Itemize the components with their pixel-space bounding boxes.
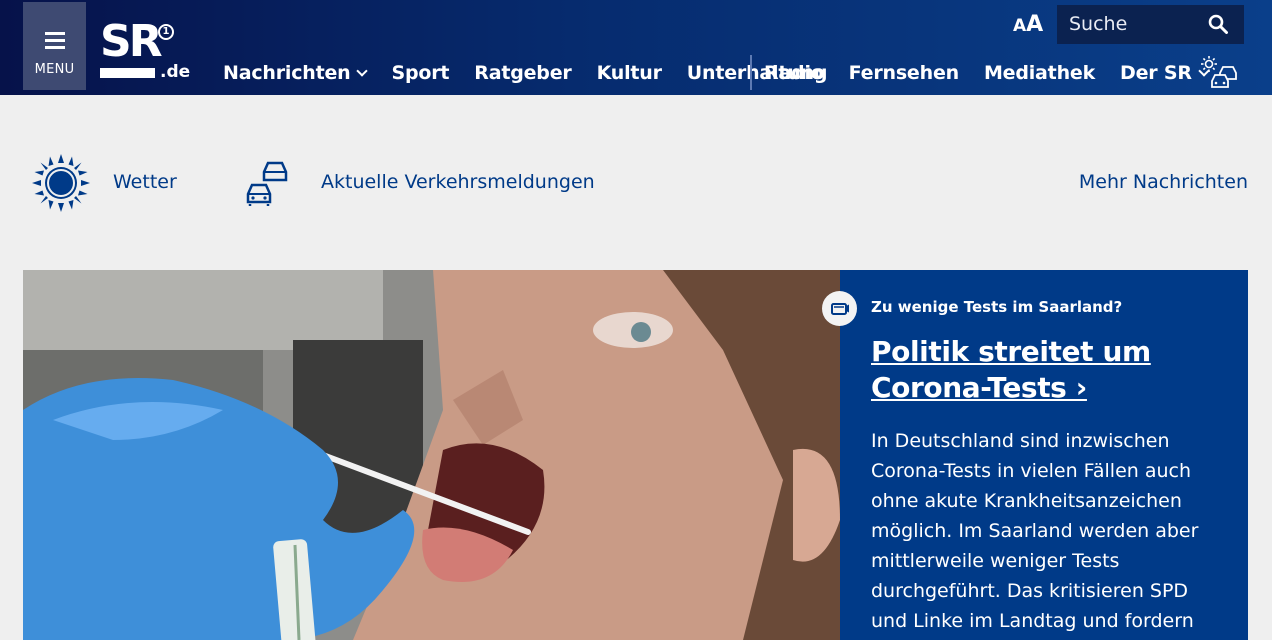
search-input[interactable]: Suche [1057,5,1244,44]
sun-icon[interactable] [32,154,90,212]
nav-divider [750,55,752,90]
logo-tld: .de [160,62,191,82]
font-small-label: A [1013,16,1027,36]
logo-bar [100,68,155,78]
more-news-link[interactable]: Mehr Nachrichten [1079,171,1248,193]
weather-link[interactable]: Wetter [113,171,177,193]
teaser-text: In Deutschland sind inzwischen Corona-Te… [871,430,1199,632]
video-camera-icon [822,291,857,326]
nav-item-label: Nachrichten [223,62,351,84]
nav-item-label: Kultur [596,62,662,84]
search-placeholder: Suche [1069,13,1128,35]
nav-item-label: Radio [764,62,824,84]
weather-traffic-icon[interactable] [1200,55,1240,89]
nav-item-label: Mediathek [983,62,1096,84]
font-large-label: A [1026,12,1044,37]
font-size-toggle[interactable]: AA [1013,12,1043,37]
nav-item-kultur[interactable]: Kultur [597,62,662,84]
nav-item-mediathek[interactable]: Mediathek [984,62,1095,84]
teaser-image[interactable] [23,270,840,640]
teaser-photo [23,270,840,640]
nav-item-nachrichten[interactable]: Nachrichten [223,62,369,84]
hamburger-icon [45,32,65,49]
teaser-kicker: Zu wenige Tests im Saarland? [871,298,1123,316]
main-nav: Nachrichten Sport Ratgeber Kultur Unterh… [223,60,852,86]
teaser-card: Zu wenige Tests im Saarland? Politik str… [822,270,1248,640]
nav-item-label: Sport [391,62,450,84]
logo-text: SR [100,16,163,67]
menu-button[interactable]: MENU [23,2,86,90]
nav-item-radio[interactable]: Radio [764,62,824,84]
nav-item-sport[interactable]: Sport [391,62,449,84]
nav-item-der-sr[interactable]: Der SR [1120,62,1210,84]
ard-logo-icon: 1 [158,24,174,40]
traffic-link[interactable]: Aktuelle Verkehrsmeldungen [321,171,595,193]
secondary-nav: Radio Fernsehen Mediathek Der SR [764,60,1233,86]
site-header: MENU SR 1 .de Nachrichten Sport Ratgeber… [0,0,1272,95]
nav-item-label: Fernsehen [848,62,960,84]
menu-label: MENU [34,62,75,77]
teaser-headline-link[interactable]: Politik streitet um Corona-Tests › [871,334,1231,406]
chevron-down-icon [356,64,369,77]
search-icon[interactable] [1208,14,1228,34]
nav-item-ratgeber[interactable]: Ratgeber [474,62,571,84]
nav-item-label: Der SR [1120,62,1192,84]
nav-item-label: Ratgeber [474,62,572,84]
sr-logo[interactable]: SR 1 .de [100,18,190,84]
traffic-icon[interactable] [244,158,294,208]
nav-item-fernsehen[interactable]: Fernsehen [848,62,960,84]
